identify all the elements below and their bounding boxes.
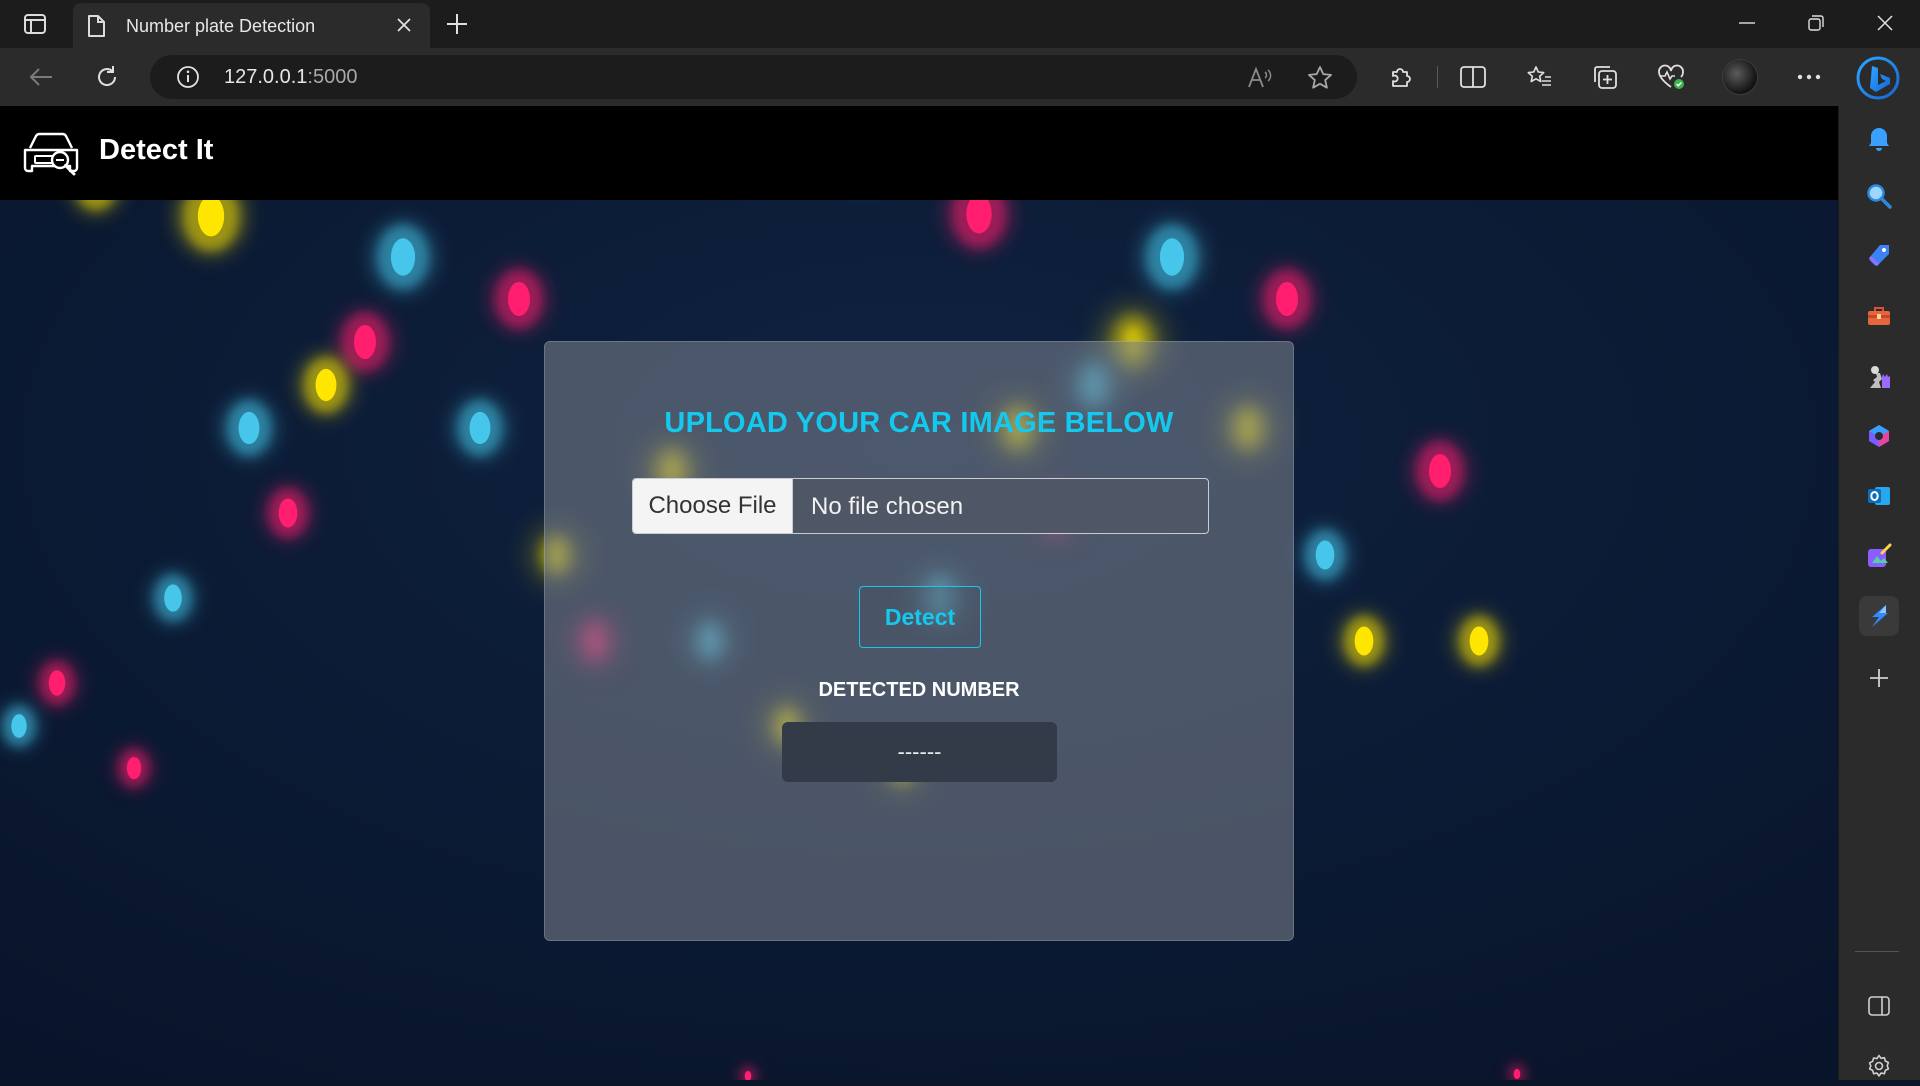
site-title[interactable]: Detect It — [99, 134, 213, 167]
profile-avatar[interactable] — [1722, 59, 1758, 95]
sidebar-settings-button[interactable] — [1859, 1046, 1899, 1086]
more-icon — [1797, 74, 1821, 80]
bokeh-light — [34, 657, 80, 709]
microsoft365-button[interactable] — [1859, 416, 1899, 456]
choose-file-button[interactable]: Choose File — [633, 479, 793, 533]
bing-icon — [1856, 56, 1900, 100]
tab-actions-button[interactable] — [18, 10, 52, 38]
bokeh-light — [220, 395, 278, 461]
edge-sidebar — [1838, 106, 1920, 1080]
favorite-button[interactable] — [1306, 64, 1334, 92]
games-icon — [1870, 366, 1890, 388]
plus-icon — [447, 14, 467, 34]
detect-button[interactable]: Detect — [859, 586, 981, 648]
active-tab[interactable]: Number plate Detection — [73, 3, 430, 48]
file-status-text: No file chosen — [811, 493, 964, 520]
bokeh-light — [149, 570, 197, 626]
bokeh-light — [1299, 526, 1351, 584]
puzzle-icon — [1392, 68, 1411, 87]
page-viewport: Detect It UPLOAD YOUR CAR IMAGE BELOW Ch… — [0, 106, 1838, 1080]
settings-more-button[interactable] — [1790, 59, 1828, 95]
back-button[interactable] — [22, 59, 60, 95]
address-bar[interactable]: 127.0.0.1:5000 — [150, 55, 1357, 99]
add-icon — [1870, 669, 1888, 687]
bokeh-light — [1453, 612, 1505, 670]
minimize-button[interactable] — [1714, 0, 1780, 46]
bokeh-light — [1139, 219, 1205, 295]
shopping-button[interactable] — [1859, 236, 1899, 276]
tab-close-button[interactable] — [392, 13, 416, 37]
toolbar-divider — [1437, 66, 1438, 88]
heart-pulse-icon — [1658, 64, 1684, 89]
info-icon[interactable] — [176, 65, 200, 89]
toolbox-icon — [1868, 307, 1890, 325]
bokeh-light — [451, 395, 509, 461]
refresh-button[interactable] — [88, 59, 126, 95]
hide-sidebar-button[interactable] — [1859, 986, 1899, 1026]
bokeh-light — [1338, 612, 1390, 670]
tools-button[interactable] — [1859, 296, 1899, 336]
bokeh-light — [1257, 265, 1317, 333]
designer-icon — [1868, 543, 1892, 567]
detected-number-label: DETECTED NUMBER — [818, 679, 1020, 701]
bing-copilot-button[interactable] — [1854, 54, 1902, 102]
bell-icon — [1869, 128, 1889, 151]
drop-icon — [1872, 605, 1888, 627]
tab-title: Number plate Detection — [126, 16, 316, 36]
designer-button[interactable] — [1859, 536, 1899, 576]
bokeh-light — [1410, 437, 1470, 505]
search-button[interactable] — [1859, 176, 1899, 216]
star-icon — [1308, 66, 1332, 89]
window-close-button[interactable] — [1852, 0, 1918, 46]
read-aloud-icon — [1248, 67, 1272, 88]
tag-icon — [1868, 245, 1889, 267]
tab-actions-icon — [24, 14, 46, 34]
bokeh-light — [370, 219, 436, 295]
back-arrow-icon — [29, 68, 52, 86]
favorites-list-icon — [1527, 66, 1551, 86]
url-port: :5000 — [307, 66, 358, 88]
upload-heading: UPLOAD YOUR CAR IMAGE BELOW — [664, 407, 1174, 439]
file-input[interactable]: Choose File No file chosen — [632, 478, 1209, 534]
browser-essentials-button[interactable] — [1652, 59, 1690, 95]
split-screen-icon — [1460, 66, 1486, 88]
bokeh-light — [297, 352, 355, 418]
collections-button[interactable] — [1586, 59, 1624, 95]
page-icon — [87, 15, 105, 37]
outlook-icon — [1868, 487, 1890, 505]
settings-icon — [1868, 1054, 1890, 1077]
new-tab-button[interactable] — [440, 8, 474, 40]
detected-number-output: ------ — [782, 722, 1057, 782]
refresh-icon — [98, 66, 117, 86]
collections-icon — [1594, 66, 1617, 89]
split-panel-icon — [1868, 996, 1890, 1016]
bokeh-light — [114, 745, 154, 791]
car-search-logo-icon[interactable] — [22, 126, 80, 176]
sidebar-divider — [1855, 951, 1899, 952]
close-icon — [1877, 15, 1893, 31]
favorites-button[interactable] — [1520, 59, 1558, 95]
url-text[interactable]: 127.0.0.1:5000 — [224, 66, 357, 89]
tab-bar: Number plate Detection — [0, 0, 1920, 48]
bokeh-light — [489, 265, 549, 333]
notifications-button[interactable] — [1859, 118, 1899, 158]
site-header: Detect It — [0, 106, 1838, 200]
copilot-icon — [1869, 425, 1889, 447]
read-aloud-button[interactable] — [1246, 64, 1274, 92]
extensions-button[interactable] — [1382, 59, 1420, 95]
search-icon — [1867, 184, 1892, 209]
minimize-icon — [1739, 22, 1755, 24]
restore-icon — [1808, 15, 1824, 31]
url-host: 127.0.0.1 — [224, 66, 308, 88]
upload-card: UPLOAD YOUR CAR IMAGE BELOW Choose File … — [544, 341, 1294, 941]
split-screen-button[interactable] — [1454, 59, 1492, 95]
bokeh-light — [262, 484, 314, 542]
close-icon — [397, 18, 411, 32]
restore-button[interactable] — [1783, 0, 1849, 46]
drop-button[interactable] — [1859, 596, 1899, 636]
games-button[interactable] — [1859, 356, 1899, 396]
browser-toolbar: 127.0.0.1:5000 — [0, 48, 1920, 106]
outlook-button[interactable] — [1859, 476, 1899, 516]
add-sidebar-app-button[interactable] — [1859, 658, 1899, 698]
